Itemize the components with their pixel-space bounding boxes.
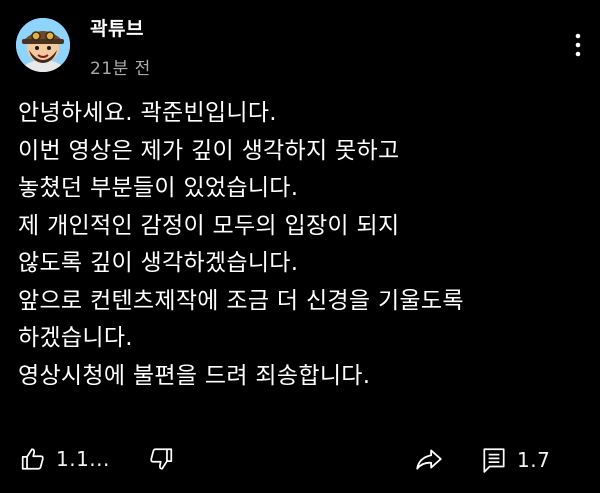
comment-count: 1.7 — [517, 448, 551, 472]
thumbs-up-icon — [20, 446, 46, 472]
channel-name[interactable]: 곽튜브 — [90, 14, 144, 41]
post-body-line: 하겠습니다. — [18, 325, 133, 351]
dislike-button[interactable] — [148, 446, 174, 472]
like-button[interactable]: 1.1... — [20, 446, 110, 472]
cartoon-avatar-icon — [16, 18, 70, 72]
post-action-bar: 1.1... 1.7 — [0, 440, 600, 484]
post-body-line: 않도록 깊이 생각하겠습니다. — [18, 250, 299, 276]
post-body-line: 놓쳤던 부분들이 있었습니다. — [18, 175, 299, 201]
share-icon — [414, 446, 444, 472]
share-button[interactable] — [414, 446, 444, 472]
post-body-line: 안녕하세요. 곽준빈입니다. — [18, 100, 277, 126]
community-post: 곽튜브 21분 전 안녕하세요. 곽준빈입니다. 이번 영상은 제가 깊이 생각… — [0, 0, 600, 493]
post-body: 안녕하세요. 곽준빈입니다. 이번 영상은 제가 깊이 생각하지 못하고 놓쳤던… — [18, 95, 593, 395]
post-body-line: 앞으로 컨텐츠제작에 조금 더 신경을 기울도록 — [18, 287, 464, 314]
thumbs-down-icon — [148, 446, 174, 472]
post-body-line: 영상시청에 불편을 드려 죄송합니다. — [18, 362, 371, 389]
more-vertical-icon — [575, 33, 581, 57]
post-body-line: 이번 영상은 제가 깊이 생각하지 못하고 — [18, 137, 400, 164]
post-body-line: 제 개인적인 감정이 모두의 입장이 되지 — [18, 212, 400, 239]
more-menu-button[interactable] — [566, 28, 590, 62]
channel-avatar[interactable] — [16, 18, 70, 72]
comment-icon — [481, 446, 507, 474]
like-count: 1.1... — [56, 447, 110, 471]
post-timestamp: 21분 전 — [90, 59, 151, 79]
comment-button[interactable]: 1.7 — [481, 446, 550, 474]
